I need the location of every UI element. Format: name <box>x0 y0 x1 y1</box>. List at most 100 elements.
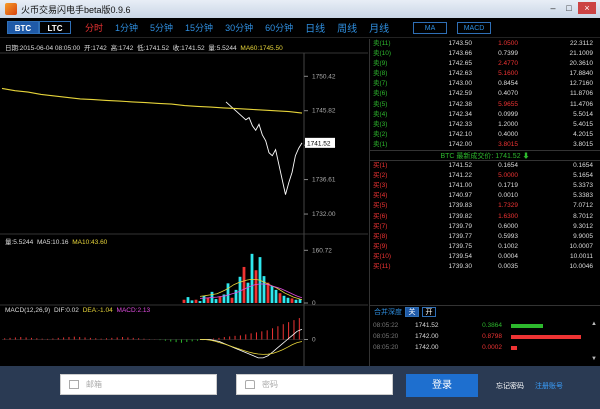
email-field[interactable]: 邮箱 <box>60 374 217 395</box>
bid-row[interactable]: 买(11) 1739.30 0.0035 10.0046 <box>370 262 600 272</box>
bid-row[interactable]: 买(8) 1739.77 0.5993 9.9005 <box>370 232 600 242</box>
ask-total: 4.2015 <box>573 130 593 138</box>
price-tick-label: 1745.82 <box>312 108 336 115</box>
password-field[interactable]: 密码 <box>236 374 393 395</box>
bid-row[interactable]: 买(9) 1739.75 0.1002 10.0007 <box>370 242 600 252</box>
ask-row[interactable]: 卖(6) 1742.59 0.4070 11.8706 <box>370 89 600 99</box>
period-5min[interactable]: 5分钟 <box>150 21 173 34</box>
period-timeshare[interactable]: 分时 <box>85 21 103 34</box>
trade-volume-bar <box>511 346 517 350</box>
register-link[interactable]: 注册账号 <box>535 381 563 391</box>
trade-volume-bar <box>511 324 543 328</box>
scroll-up-icon[interactable]: ▲ <box>590 320 598 328</box>
depth-merge-header: 合并深度 关 开 <box>370 305 600 318</box>
volume-bar <box>250 253 254 303</box>
bid-row[interactable]: 买(7) 1739.79 0.6000 9.3012 <box>370 222 600 232</box>
info-ma60: MA60:1745.50 <box>240 45 283 52</box>
bid-size: 0.1002 <box>498 242 518 250</box>
merge-depth-label: 合并深度 <box>374 309 402 316</box>
period-day[interactable]: 日线 <box>305 20 325 35</box>
email-placeholder: 邮箱 <box>86 380 102 389</box>
ask-price: 1743.00 <box>448 80 473 88</box>
forgot-password-link[interactable]: 忘记密码 <box>496 381 524 391</box>
volume-bar <box>198 301 202 303</box>
ask-row[interactable]: 卖(11) 1743.50 1.0500 22.3112 <box>370 39 600 49</box>
bid-label: 买(3) <box>373 182 388 190</box>
ask-row[interactable]: 卖(1) 1742.00 3.8015 3.8015 <box>370 140 600 150</box>
bid-row[interactable]: 买(6) 1739.82 1.6300 8.7012 <box>370 212 600 222</box>
ask-row[interactable]: 卖(7) 1743.00 0.8454 12.7160 <box>370 79 600 89</box>
minimize-button[interactable]: – <box>546 2 560 14</box>
ask-price: 1742.38 <box>448 100 473 108</box>
trade-price: 1742.00 <box>415 333 439 340</box>
price-tick-label: 1750.42 <box>312 73 336 80</box>
ask-row[interactable]: 卖(5) 1742.38 5.9655 11.4706 <box>370 100 600 110</box>
volume-bar <box>194 299 198 303</box>
bid-row[interactable]: 买(4) 1740.97 0.0010 5.3383 <box>370 191 600 201</box>
ask-size: 0.7399 <box>498 50 518 58</box>
period-30min[interactable]: 30分钟 <box>225 21 253 34</box>
price-tick-label: 1736.61 <box>312 177 336 184</box>
bid-size: 5.0000 <box>498 172 518 180</box>
trade-time: 08:05:20 <box>373 344 399 351</box>
chart-canvas: 1750.421745.821741.211736.611732.001741.… <box>0 52 368 366</box>
trade-price: 1741.52 <box>415 322 439 329</box>
bid-price: 1739.79 <box>448 222 473 230</box>
bid-total: 0.1654 <box>573 162 593 170</box>
bid-price: 1741.52 <box>448 162 473 170</box>
ask-size: 5.1600 <box>498 70 518 78</box>
volume-bar <box>290 298 294 303</box>
ask-row[interactable]: 卖(10) 1743.66 0.7399 21.1009 <box>370 49 600 59</box>
bid-total: 10.0046 <box>569 262 594 270</box>
volume-bar <box>270 285 274 303</box>
period-1min[interactable]: 1分钟 <box>115 21 138 34</box>
coin-tab-ltc[interactable]: LTC <box>39 21 71 34</box>
ask-total: 22.3112 <box>569 40 593 47</box>
bid-row[interactable]: 买(2) 1741.22 5.0000 5.1654 <box>370 171 600 181</box>
current-price-label: 1741.52 <box>307 140 331 147</box>
bid-row[interactable]: 买(1) 1741.52 0.1654 0.1654 <box>370 161 600 171</box>
ask-total: 17.8840 <box>569 70 594 78</box>
down-arrow-icon: ⬇ <box>522 153 530 161</box>
period-week[interactable]: 周线 <box>337 20 357 35</box>
period-month[interactable]: 月线 <box>369 20 389 35</box>
volume-tick-label: 160.72 <box>312 247 332 254</box>
vol-info-volume: 量:5.5244 <box>5 239 34 246</box>
merge-depth-off-toggle[interactable]: 关 <box>405 307 419 317</box>
ask-row[interactable]: 卖(3) 1742.33 1.2000 5.4015 <box>370 120 600 130</box>
bid-row[interactable]: 买(10) 1739.54 0.0004 10.0011 <box>370 252 600 262</box>
ask-price: 1743.50 <box>448 40 473 47</box>
ask-row[interactable]: 卖(8) 1742.63 5.1600 17.8840 <box>370 69 600 79</box>
ask-total: 12.7160 <box>569 80 594 88</box>
maximize-button[interactable]: □ <box>562 2 576 14</box>
info-open: 开:1742 <box>83 45 107 52</box>
period-15min[interactable]: 15分钟 <box>185 21 213 34</box>
ask-row[interactable]: 卖(9) 1742.65 2.4770 20.3610 <box>370 59 600 69</box>
ask-row[interactable]: 卖(4) 1742.34 0.0999 5.5014 <box>370 110 600 120</box>
password-placeholder: 密码 <box>262 380 278 389</box>
ask-size: 0.0999 <box>498 110 518 118</box>
ask-size: 2.4770 <box>498 60 518 68</box>
bid-size: 0.5993 <box>498 232 518 240</box>
bid-row[interactable]: 买(5) 1739.83 1.7329 7.0712 <box>370 201 600 211</box>
ask-row[interactable]: 卖(2) 1742.10 0.4000 4.2015 <box>370 130 600 140</box>
volume-bar <box>286 297 290 303</box>
merge-depth-on-toggle[interactable]: 开 <box>422 307 436 317</box>
trade-time: 08:05:22 <box>373 322 399 329</box>
bid-row[interactable]: 买(3) 1741.00 0.1719 5.3373 <box>370 181 600 191</box>
ask-label: 卖(6) <box>373 90 388 98</box>
ma-indicator-button[interactable]: MA <box>413 22 447 34</box>
ask-price: 1742.33 <box>448 120 473 128</box>
scroll-down-icon[interactable]: ▼ <box>590 355 598 363</box>
volume-bar <box>278 293 282 303</box>
toolbar: BTC LTC 分时 1分钟 5分钟 15分钟 30分钟 60分钟 日线 周线 … <box>0 18 600 38</box>
bid-total: 7.0712 <box>573 202 593 210</box>
close-button[interactable]: × <box>578 2 596 14</box>
ask-price: 1742.34 <box>448 110 473 118</box>
coin-tab-btc[interactable]: BTC <box>7 21 39 34</box>
volume-bar <box>190 300 194 303</box>
login-button[interactable]: 登录 <box>406 374 478 397</box>
series-ma60-line <box>1 87 303 114</box>
period-60min[interactable]: 60分钟 <box>265 21 293 34</box>
macd-indicator-button[interactable]: MACD <box>457 22 491 34</box>
